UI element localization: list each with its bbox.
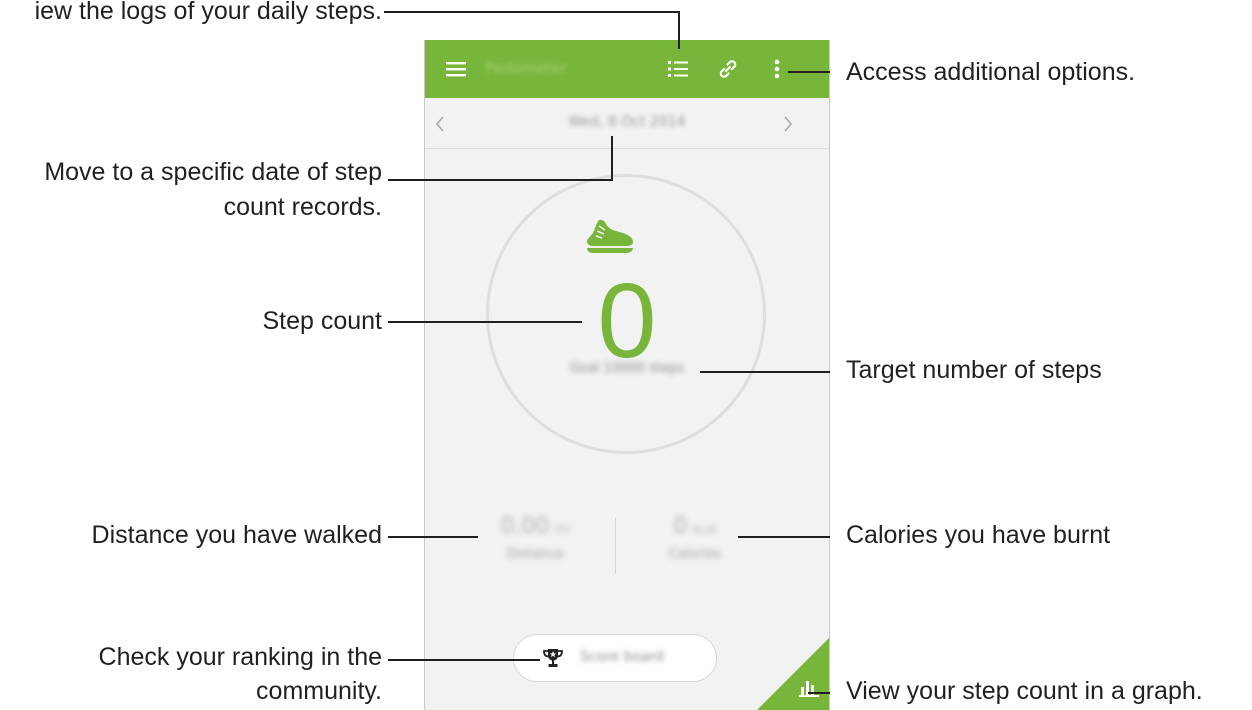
callout-graph: View your step count in a graph. bbox=[846, 677, 1203, 705]
hamburger-menu-icon[interactable] bbox=[439, 40, 473, 98]
leader-line-logs bbox=[384, 11, 680, 13]
leader-line-date bbox=[388, 179, 613, 181]
callout-date-line2: count records. bbox=[223, 193, 382, 221]
calories-label: Calories bbox=[668, 547, 722, 562]
distance-stat: 0.00 mi Distance bbox=[475, 514, 595, 562]
callout-logs: iew the logs of your daily steps. bbox=[34, 0, 382, 25]
calories-value: 0 bbox=[673, 514, 688, 539]
stats-divider bbox=[615, 518, 616, 574]
distance-label: Distance bbox=[506, 547, 564, 562]
date-selector: Wed, 8 Oct 2014 bbox=[425, 98, 829, 149]
callout-step-count: Step count bbox=[262, 307, 382, 335]
target-steps: Goal 10000 steps bbox=[569, 361, 685, 376]
distance-value: 0.00 bbox=[500, 514, 550, 539]
leader-line-target bbox=[700, 371, 830, 373]
callout-date-line1: Move to a specific date of step bbox=[44, 158, 382, 186]
leader-line-distance bbox=[388, 536, 478, 538]
leader-line-graph bbox=[808, 692, 830, 694]
callout-distance: Distance you have walked bbox=[91, 521, 382, 549]
leader-line-calories bbox=[738, 536, 830, 538]
pedometer-screen: Pedometer Wed, 8 Oct 2014 0 Goal 10000 s… bbox=[424, 40, 830, 710]
callout-calories: Calories you have burnt bbox=[846, 521, 1111, 549]
leader-line-logs-drop bbox=[678, 11, 680, 49]
leader-line-date-rise bbox=[611, 136, 613, 181]
trophy-icon bbox=[543, 649, 563, 667]
leader-line-options bbox=[788, 71, 830, 73]
distance-unit: mi bbox=[554, 522, 570, 536]
callout-ranking-line1: Check your ranking in the bbox=[98, 643, 382, 671]
more-vert-icon[interactable] bbox=[765, 40, 789, 98]
callout-options: Access additional options. bbox=[846, 58, 1136, 86]
leader-line-ranking bbox=[388, 659, 540, 661]
callout-target: Target number of steps bbox=[846, 356, 1102, 384]
chevron-right-icon[interactable] bbox=[783, 115, 793, 133]
link-icon[interactable] bbox=[713, 40, 743, 98]
score-board-button[interactable]: Score board bbox=[513, 634, 717, 682]
calories-stat: 0 kcal Calories bbox=[635, 514, 755, 562]
graph-button[interactable] bbox=[773, 670, 829, 710]
calories-unit: kcal bbox=[692, 522, 717, 536]
current-date[interactable]: Wed, 8 Oct 2014 bbox=[425, 114, 829, 130]
bar-chart-icon bbox=[799, 681, 819, 697]
callout-ranking-line2: community. bbox=[256, 677, 382, 705]
app-title: Pedometer bbox=[485, 59, 567, 77]
app-bar: Pedometer bbox=[425, 40, 829, 98]
shoe-icon bbox=[587, 219, 633, 253]
score-board-label: Score board bbox=[580, 649, 665, 665]
leader-line-step-count bbox=[388, 321, 582, 323]
